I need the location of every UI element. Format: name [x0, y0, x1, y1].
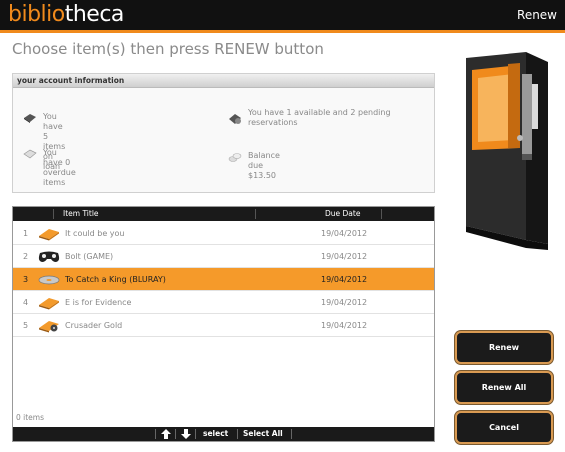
gamepad-icon	[38, 251, 60, 262]
column-item-title: Item Title	[63, 209, 99, 218]
item-count: 0 items	[16, 413, 45, 422]
reservation-icon	[229, 114, 241, 124]
overdue-text: You have 0 overdue items	[43, 148, 76, 187]
item-due-date: 19/04/2012	[321, 252, 368, 261]
audiobook-icon	[39, 321, 59, 333]
column-due-date: Due Date	[325, 209, 361, 218]
toolbar-divider	[195, 429, 196, 439]
logo-text-white: theca	[64, 2, 125, 27]
renew-button[interactable]: Renew	[455, 331, 553, 364]
column-divider	[381, 209, 382, 219]
item-due-date: 19/04/2012	[321, 229, 368, 238]
row-number: 3	[23, 275, 29, 284]
row-number: 5	[23, 321, 29, 330]
select-all-button[interactable]: Select All	[243, 427, 283, 441]
logo-text-orange: biblio	[8, 2, 65, 27]
disc-icon	[38, 275, 60, 285]
item-due-date: 19/04/2012	[321, 275, 368, 284]
balance-text: Balance due $13.50	[248, 151, 280, 180]
item-title: To Catch a King (BLURAY)	[65, 275, 166, 284]
toolbar-divider	[237, 429, 238, 439]
account-info-panel: your account information You have 5 item…	[12, 73, 435, 193]
column-divider	[255, 209, 256, 219]
row-number: 2	[23, 252, 29, 261]
table-row[interactable]: 5 Crusader Gold 19/04/2012	[13, 314, 434, 337]
kiosk-machine-image	[466, 52, 548, 250]
app-header: bibliotheca Renew	[0, 0, 565, 30]
table-row[interactable]: 4 E is for Evidence 19/04/2012	[13, 291, 434, 314]
overdue-book-icon	[23, 149, 37, 159]
table-row[interactable]: 1 It could be you 19/04/2012	[13, 222, 434, 245]
cancel-button[interactable]: Cancel	[455, 411, 553, 444]
book-icon	[39, 298, 59, 310]
loan-items-table: Item Title Due Date 1 It could be you 19…	[12, 206, 435, 442]
scroll-up-arrow-icon[interactable]	[161, 429, 171, 439]
item-title: It could be you	[65, 229, 125, 238]
item-title: Bolt (GAME)	[65, 252, 114, 261]
table-footer-toolbar: select Select All	[13, 427, 434, 441]
page-instruction: Choose item(s) then press RENEW button	[12, 40, 324, 58]
item-due-date: 19/04/2012	[321, 321, 368, 330]
table-row-selected[interactable]: 3 To Catch a King (BLURAY) 19/04/2012	[13, 268, 434, 291]
bibliotheca-logo: bibliotheca	[8, 0, 124, 30]
item-due-date: 19/04/2012	[321, 298, 368, 307]
screen-title: Renew	[517, 8, 557, 22]
book-icon	[39, 229, 59, 241]
scroll-down-arrow-icon[interactable]	[181, 429, 191, 439]
column-divider	[53, 209, 54, 219]
table-row[interactable]: 2 Bolt (GAME) 19/04/2012	[13, 245, 434, 268]
book-stack-icon	[24, 114, 36, 123]
renew-all-button[interactable]: Renew All	[455, 371, 553, 404]
item-title: E is for Evidence	[65, 298, 132, 307]
toolbar-divider	[175, 429, 176, 439]
toolbar-divider	[155, 429, 156, 439]
coins-icon	[228, 153, 242, 162]
account-info-heading: your account information	[13, 74, 434, 88]
row-number: 4	[23, 298, 29, 307]
reservations-text: You have 1 available and 2 pending reser…	[248, 108, 391, 127]
row-number: 1	[23, 229, 29, 238]
toolbar-divider	[291, 429, 292, 439]
header-divider	[0, 30, 565, 33]
item-title: Crusader Gold	[65, 321, 123, 330]
table-header: Item Title Due Date	[13, 207, 434, 221]
select-button[interactable]: select	[203, 427, 228, 441]
